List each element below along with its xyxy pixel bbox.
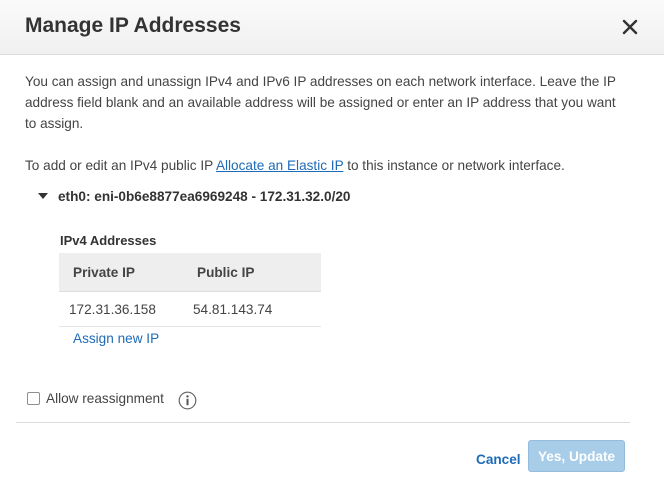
ipv4-table: Private IP Public IP 172.31.36.158 54.81… [59, 253, 321, 327]
info-icon[interactable] [178, 391, 197, 410]
cancel-button[interactable]: Cancel [476, 452, 521, 467]
yes-update-button[interactable]: Yes, Update [528, 440, 625, 472]
close-icon[interactable] [618, 15, 642, 39]
ipv4-section-label: IPv4 Addresses [60, 233, 157, 248]
caret-down-icon[interactable] [38, 193, 48, 199]
interface-header[interactable]: eth0: eni-0b6e8877ea6969248 - 172.31.32.… [38, 189, 350, 204]
interface-label: eth0: eni-0b6e8877ea6969248 - 172.31.32.… [58, 189, 351, 204]
dialog-header: Manage IP Addresses [0, 0, 664, 55]
footer-divider [16, 422, 630, 423]
public-ip-suffix: to this instance or network interface. [347, 158, 565, 173]
allocate-elastic-ip-link[interactable]: Allocate an Elastic IP [216, 158, 343, 173]
allow-reassignment-option[interactable]: Allow reassignment [27, 391, 164, 406]
public-ip-cell: 54.81.143.74 [183, 291, 321, 327]
private-ip-cell: 172.31.36.158 [59, 291, 183, 327]
column-header-public-ip: Public IP [183, 253, 321, 292]
allow-reassignment-checkbox[interactable] [27, 392, 40, 405]
dialog-title: Manage IP Addresses [25, 14, 241, 37]
intro-text: You can assign and unassign IPv4 and IPv… [25, 74, 616, 131]
public-ip-line: To add or edit an IPv4 public IP Allocat… [25, 155, 645, 176]
allow-reassignment-label: Allow reassignment [46, 391, 164, 406]
public-ip-prefix: To add or edit an IPv4 public IP [25, 158, 213, 173]
table-row: 172.31.36.158 54.81.143.74 [59, 291, 321, 327]
column-header-private-ip: Private IP [59, 253, 183, 292]
assign-new-ip-link[interactable]: Assign new IP [73, 331, 159, 346]
